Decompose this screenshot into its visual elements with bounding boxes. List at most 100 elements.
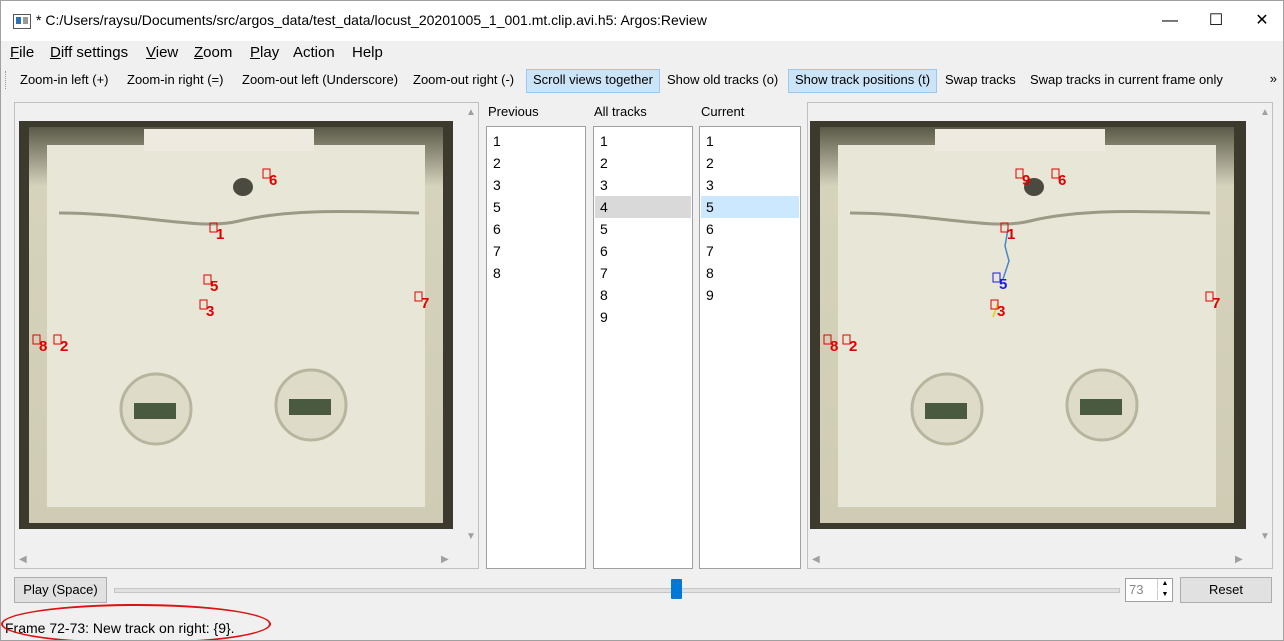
status-highlight-annotation: [1, 604, 271, 640]
spin-down-icon[interactable]: ▼: [1157, 590, 1172, 600]
app-window: * C:/Users/raysu/Documents/src/argos_dat…: [0, 0, 1284, 641]
list-item[interactable]: 8: [595, 284, 691, 306]
scroll-up-icon[interactable]: ▲: [1260, 107, 1270, 118]
current-tracks-list[interactable]: 12356789: [699, 126, 801, 569]
toolbar: Zoom-in left (+) Zoom-in right (=) Zoom-…: [1, 67, 1283, 93]
left-video-frame: 6 1 5 3 7 82: [19, 121, 453, 529]
swap-tracks-button[interactable]: Swap tracks: [939, 69, 1022, 91]
close-icon: ✕: [1255, 12, 1269, 29]
list-item[interactable]: 2: [488, 152, 584, 174]
list-item[interactable]: 5: [701, 196, 799, 218]
track-label: 6: [269, 172, 277, 189]
list-item[interactable]: 2: [701, 152, 799, 174]
scroll-left-icon[interactable]: ◀: [19, 554, 27, 565]
zoom-in-left-button[interactable]: Zoom-in left (+): [14, 69, 115, 91]
reset-button[interactable]: Reset: [1180, 577, 1272, 603]
right-arena-image: 9 6 1 5 3 7 8 2: [810, 121, 1246, 529]
scroll-right-icon[interactable]: ▶: [441, 554, 449, 565]
list-item[interactable]: 7: [595, 262, 691, 284]
track-label: 2: [849, 338, 857, 355]
menu-file[interactable]: File: [10, 44, 34, 61]
toolbar-overflow-icon[interactable]: »: [1270, 71, 1277, 86]
scroll-up-icon[interactable]: ▲: [466, 107, 476, 118]
track-label: 6: [1058, 172, 1066, 189]
swap-tracks-current-frame-button[interactable]: Swap tracks in current frame only: [1024, 69, 1229, 91]
menu-play[interactable]: Play: [250, 44, 279, 61]
current-list-header: Current: [701, 104, 745, 119]
list-item[interactable]: 1: [595, 130, 691, 152]
track-label: 1: [216, 226, 224, 243]
zoom-out-right-button[interactable]: Zoom-out right (-): [407, 69, 520, 91]
list-item[interactable]: 6: [701, 218, 799, 240]
all-tracks-list[interactable]: 123456789: [593, 126, 693, 569]
spin-up-icon[interactable]: ▲: [1157, 579, 1172, 589]
minimize-button[interactable]: —: [1147, 1, 1193, 41]
list-item[interactable]: 3: [701, 174, 799, 196]
track-label: 8: [830, 338, 838, 355]
list-item[interactable]: 5: [488, 196, 584, 218]
scroll-right-icon[interactable]: ▶: [1235, 554, 1243, 565]
toolbar-grip[interactable]: [5, 71, 9, 89]
frame-slider-handle[interactable]: [671, 579, 683, 599]
menu-action[interactable]: Action: [293, 44, 335, 61]
track-label: 7: [1212, 295, 1220, 312]
left-arena-image: 6 1 5 3 7 8 2: [19, 121, 453, 529]
list-item[interactable]: 2: [595, 152, 691, 174]
window-title: * C:/Users/raysu/Documents/src/argos_dat…: [36, 12, 707, 28]
list-item[interactable]: 5: [595, 218, 691, 240]
maximize-button[interactable]: ☐: [1193, 1, 1239, 41]
show-track-positions-toggle[interactable]: Show track positions (t): [788, 69, 938, 93]
menu-diff-settings[interactable]: Diff settings: [50, 44, 128, 61]
menu-zoom[interactable]: Zoom: [194, 44, 232, 61]
list-item[interactable]: 6: [595, 240, 691, 262]
list-item[interactable]: 1: [701, 130, 799, 152]
track-label: 3: [206, 303, 214, 320]
left-view-hscrollbar[interactable]: ◀ ▶: [15, 552, 461, 568]
list-item[interactable]: 7: [488, 240, 584, 262]
track-label: 9: [1022, 172, 1030, 189]
right-view-hscrollbar[interactable]: ◀ ▶: [808, 552, 1255, 568]
play-button[interactable]: Play (Space): [14, 577, 107, 603]
track-label: 1: [1007, 226, 1015, 243]
list-item[interactable]: 9: [701, 284, 799, 306]
show-old-tracks-toggle[interactable]: Show old tracks (o): [661, 69, 784, 91]
previous-tracks-list[interactable]: 1235678: [486, 126, 586, 569]
right-video-frame: 9 6 1 5 3 7 82: [810, 121, 1246, 529]
close-button[interactable]: ✕: [1239, 1, 1283, 41]
list-item[interactable]: 6: [488, 218, 584, 240]
track-label: 5: [999, 276, 1007, 293]
scroll-down-icon[interactable]: ▼: [1260, 531, 1270, 542]
track-label: 7: [421, 295, 429, 312]
track-label: 2: [60, 338, 68, 355]
right-video-view[interactable]: 9 6 1 5 3 7 82 ▲ ▼ ◀ ▶: [807, 102, 1273, 569]
left-video-view[interactable]: 6 1 5 3 7 82 ▲ ▼ ◀ ▶: [14, 102, 479, 569]
menu-bar: File Diff settings View Zoom Play Action…: [1, 41, 1283, 65]
track-label: 3: [997, 303, 1005, 320]
list-item[interactable]: 3: [488, 174, 584, 196]
list-item[interactable]: 8: [701, 262, 799, 284]
list-item[interactable]: 4: [595, 196, 691, 218]
menu-help[interactable]: Help: [352, 44, 383, 61]
frame-spinbox[interactable]: 73 ▲ ▼: [1125, 578, 1173, 602]
list-item[interactable]: 8: [488, 262, 584, 284]
scroll-views-together-toggle[interactable]: Scroll views together: [526, 69, 660, 93]
app-icon: [13, 14, 31, 29]
zoom-out-left-button[interactable]: Zoom-out left (Underscore): [236, 69, 404, 91]
menu-view[interactable]: View: [146, 44, 178, 61]
left-view-vscrollbar[interactable]: ▲ ▼: [462, 103, 478, 551]
all-tracks-list-header: All tracks: [594, 104, 647, 119]
track-label: 8: [39, 338, 47, 355]
frame-spinbox-value: 73: [1129, 582, 1144, 597]
list-item[interactable]: 3: [595, 174, 691, 196]
title-bar: * C:/Users/raysu/Documents/src/argos_dat…: [1, 1, 1283, 41]
right-view-vscrollbar[interactable]: ▲ ▼: [1256, 103, 1272, 551]
frame-slider-track[interactable]: [114, 588, 1120, 593]
track-label: 5: [210, 278, 218, 295]
previous-list-header: Previous: [488, 104, 539, 119]
scroll-left-icon[interactable]: ◀: [812, 554, 820, 565]
scroll-down-icon[interactable]: ▼: [466, 531, 476, 542]
list-item[interactable]: 7: [701, 240, 799, 262]
list-item[interactable]: 9: [595, 306, 691, 328]
zoom-in-right-button[interactable]: Zoom-in right (=): [121, 69, 229, 91]
list-item[interactable]: 1: [488, 130, 584, 152]
